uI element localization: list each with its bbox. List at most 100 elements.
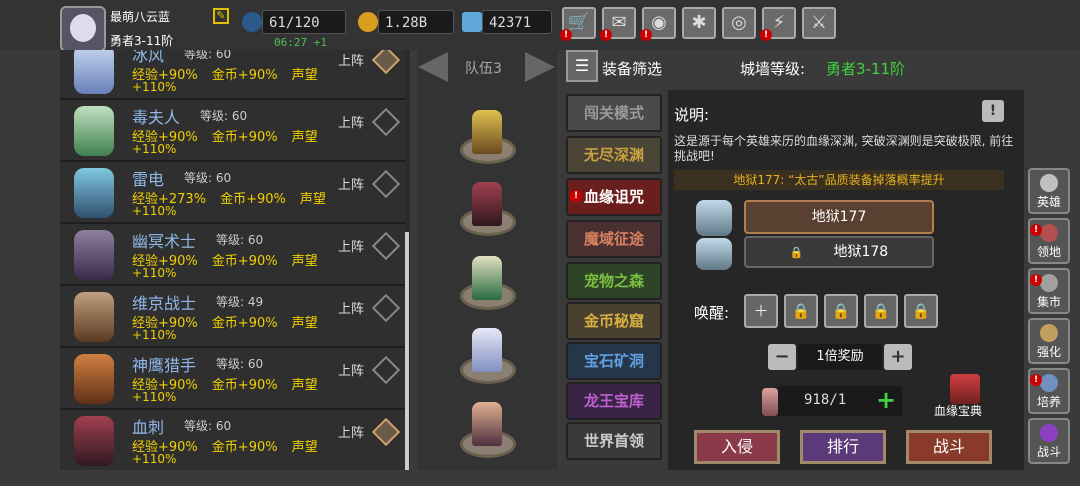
gem-value: 42371 (482, 10, 552, 34)
gamepad-icon[interactable]: ◉! (640, 7, 676, 41)
mode-button[interactable]: 闯关模式 (566, 94, 662, 132)
deploy-diamond-icon[interactable] (371, 50, 401, 75)
side-label: 英雄 (1036, 195, 1061, 209)
team-hero-sprite[interactable] (472, 402, 502, 446)
deploy-label[interactable]: 上阵 (338, 236, 364, 255)
wall-label: 城墙等级: (740, 60, 806, 78)
train-icon (1040, 374, 1058, 392)
player-avatar[interactable] (60, 6, 106, 52)
mode-button-selected[interactable]: 血缘诅咒! (566, 178, 662, 216)
mode-button[interactable]: 宝石矿洞 (566, 342, 662, 380)
mode-button[interactable]: 魔域征途 (566, 220, 662, 258)
hero-sprite (74, 168, 114, 218)
team-hero-sprite[interactable] (472, 256, 502, 300)
list-item[interactable]: 毒夫人 等级: 60 经验+90% 金币+90% 声望 +110% 上阵 (60, 100, 406, 162)
side-market-button[interactable]: ! 集市 (1028, 268, 1070, 314)
edit-icon[interactable]: ✎ (213, 8, 229, 24)
hero-name: 毒夫人 (132, 108, 181, 127)
side-label: 培养 (1036, 395, 1061, 409)
mode-button[interactable]: 无尽深渊 (566, 136, 662, 174)
menu-icon[interactable]: ☰ (566, 50, 598, 82)
deploy-label[interactable]: 上阵 (338, 360, 364, 379)
side-battle-button[interactable]: 战斗 (1028, 418, 1070, 464)
team-hero-sprite[interactable] (472, 110, 502, 154)
team-hero-sprite[interactable] (472, 328, 502, 372)
deploy-diamond-icon[interactable] (371, 417, 401, 447)
color-wheel-icon[interactable]: ◎ (722, 7, 756, 39)
rank-button[interactable]: 排行 (800, 430, 886, 464)
hero-gold: 金币+90% (211, 316, 278, 331)
side-upgrade-button[interactable]: 强化 (1028, 318, 1070, 364)
mail-icon[interactable]: ✉! (600, 7, 636, 41)
list-item[interactable]: 雷电 等级: 60 经验+273% 金币+90% 声望 +110% 上阵 (60, 162, 406, 224)
deploy-diamond-icon[interactable] (371, 107, 401, 137)
hero-gold: 金币+90% (211, 378, 278, 393)
lock-icon[interactable]: 🔒 (784, 294, 818, 328)
invade-button[interactable]: 入侵 (694, 430, 780, 464)
desc-title: 说明: (674, 106, 710, 124)
hero-level: 等级: 60 (184, 419, 232, 433)
side-label: 集市 (1036, 295, 1061, 309)
wall-value: 勇者3-11阶 (826, 60, 906, 78)
gear-icon[interactable]: ✱ (682, 7, 716, 39)
add-key-icon[interactable]: + (876, 386, 896, 414)
minus-icon[interactable]: − (768, 344, 796, 370)
deploy-label[interactable]: 上阵 (338, 112, 364, 131)
hero-fame-value: +110% (132, 204, 177, 218)
mode-button[interactable]: 金币秘窟 (566, 302, 662, 340)
lock-icon[interactable]: 🔒 (864, 294, 898, 328)
level-177-button[interactable]: 地狱177 (744, 200, 934, 234)
hero-fame: 声望 (291, 68, 318, 83)
plus-icon[interactable]: ＋ (744, 294, 778, 328)
hero-fame: 声望 (291, 130, 318, 145)
side-train-button[interactable]: ! 培养 (1028, 368, 1070, 414)
hero-level: 等级: 60 (216, 233, 264, 247)
deploy-label[interactable]: 上阵 (338, 422, 364, 441)
hero-list[interactable]: 冰风 等级: 60 经验+90% 金币+90% 声望 +110% 上阵 毒夫人 等级… (60, 50, 410, 470)
hero-name: 幽冥术士 (132, 232, 197, 251)
codex-book-icon[interactable] (950, 374, 980, 404)
level-178-button[interactable]: 🔒 地狱178 (744, 236, 934, 268)
hero-fame: 声望 (291, 254, 318, 269)
shop-cart-icon[interactable]: 🛒! (560, 7, 596, 41)
hero-name: 神鹰猎手 (132, 356, 197, 375)
codex-label[interactable]: 血缘宝典 (934, 402, 982, 419)
level-label: 地狱178 (833, 244, 889, 260)
lock-icon[interactable]: 🔒 (904, 294, 938, 328)
fight-button[interactable]: 战斗 (906, 430, 992, 464)
help-icon[interactable]: ! (982, 100, 1004, 122)
list-item[interactable]: 血刺 等级: 60 经验+90% 金币+90% 声望 +110% 上阵 (60, 410, 406, 470)
side-territory-button[interactable]: ! 领地 (1028, 218, 1070, 264)
side-hero-button[interactable]: 英雄 (1028, 168, 1070, 214)
list-item[interactable]: 维京战士 等级: 49 经验+90% 金币+90% 声望 +110% 上阵 (60, 286, 406, 348)
equip-filter[interactable]: 装备筛选 (602, 58, 662, 79)
stats-icon[interactable]: ⚡! (760, 7, 796, 41)
hero-gold: 金币+90% (211, 68, 278, 83)
hero-gold: 金币+90% (211, 254, 278, 269)
deploy-diamond-icon[interactable] (371, 169, 401, 199)
plus-icon[interactable]: + (884, 344, 912, 370)
deploy-label[interactable]: 上阵 (338, 298, 364, 317)
deploy-diamond-icon[interactable] (371, 293, 401, 323)
lock-icon[interactable]: 🔒 (824, 294, 858, 328)
team-hero-sprite[interactable] (472, 182, 502, 226)
deploy-diamond-icon[interactable] (371, 231, 401, 261)
deploy-diamond-icon[interactable] (371, 355, 401, 385)
deploy-label[interactable]: 上阵 (338, 50, 364, 69)
mode-button[interactable]: 世界首领 (566, 422, 662, 460)
hero-level: 等级: 49 (216, 295, 264, 309)
gem-icon (462, 12, 482, 32)
list-item[interactable]: 神鹰猎手 等级: 60 经验+90% 金币+90% 声望 +110% 上阵 (60, 348, 406, 410)
mode-button[interactable]: 龙王宝库 (566, 382, 662, 420)
swords-icon[interactable]: ⚔ (802, 7, 836, 39)
hero-list-scrollbar[interactable] (405, 232, 409, 470)
hero-sprite (74, 106, 114, 156)
hero-level: 等级: 60 (200, 109, 248, 123)
hero-fame-value: +110% (132, 328, 177, 342)
hero-level: 等级: 60 (184, 171, 232, 185)
hero-fame-value: +110% (132, 142, 177, 156)
list-item[interactable]: 冰风 等级: 60 经验+90% 金币+90% 声望 +110% 上阵 (60, 50, 406, 100)
list-item[interactable]: 幽冥术士 等级: 60 经验+90% 金币+90% 声望 +110% 上阵 (60, 224, 406, 286)
mode-button[interactable]: 宠物之森 (566, 262, 662, 300)
deploy-label[interactable]: 上阵 (338, 174, 364, 193)
